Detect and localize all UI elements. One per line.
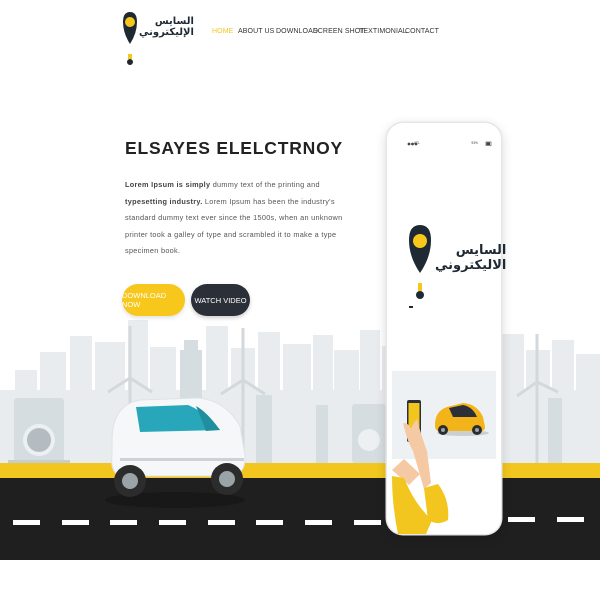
road-edge <box>0 560 600 600</box>
phone-logo-icon <box>409 225 431 308</box>
watch-video-button[interactable]: WATCH VIDEO <box>191 284 250 316</box>
hero-description: Lorem Ipsum is simply dummy text of the … <box>125 177 355 260</box>
nav-about-us[interactable]: ABOUT US <box>238 28 274 35</box>
nav-download[interactable]: DOWNLOAD <box>276 28 318 35</box>
hero-desc-bold-1: Lorem Ipsum is simply <box>125 180 211 189</box>
nav-contact[interactable]: CONTACT <box>405 28 439 35</box>
phone-illustration <box>392 371 496 489</box>
phone-screen <box>392 141 496 489</box>
hero-scene <box>0 320 600 600</box>
nav-home[interactable]: HOME <box>212 28 233 35</box>
hero-desc-bold-2: typesetting industry. <box>125 196 203 206</box>
download-now-button[interactable]: DOWNLOAD NOW <box>122 284 185 316</box>
hero-title: ELSAYES ELELCTRNOY <box>125 138 343 158</box>
city-skyline <box>0 320 600 463</box>
nav-testimonial[interactable]: TEXTIMONIAL <box>359 28 407 35</box>
main-nav: HOME ABOUT US DOWNLOAD SCREEN SHOT TEXTI… <box>0 28 600 40</box>
hero-desc-text-1: dummy text of the printing and <box>210 180 320 189</box>
phone-mockup: ATL 93% <box>387 123 501 534</box>
nav-screen-shot[interactable]: SCREEN SHOT <box>313 28 365 35</box>
phone-logo-text: السايس الاليكتروني <box>435 243 507 273</box>
yellow-stripe <box>0 463 600 478</box>
